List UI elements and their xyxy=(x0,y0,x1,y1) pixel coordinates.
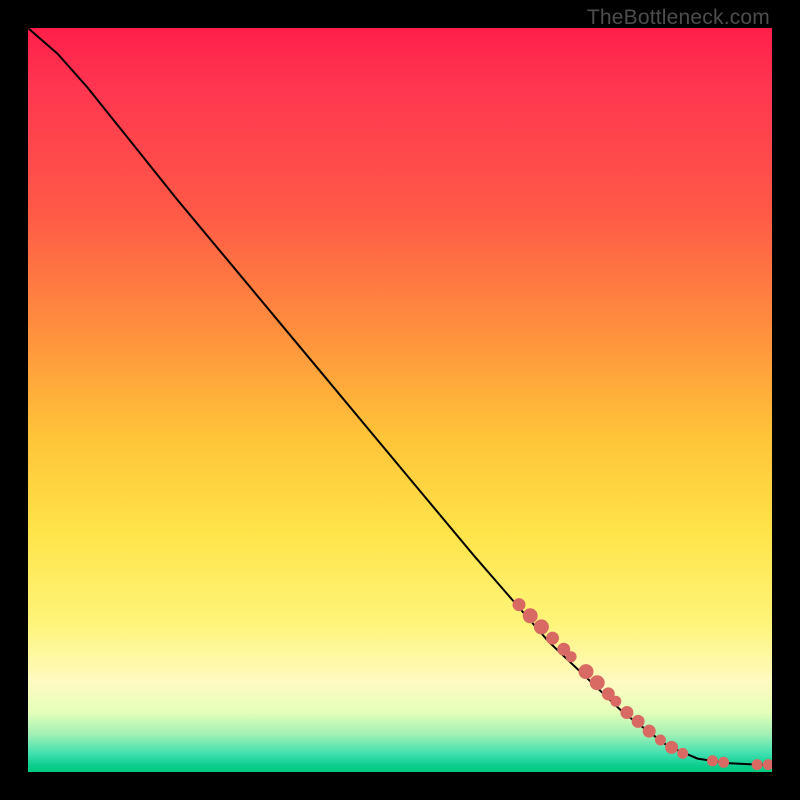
data-point xyxy=(579,665,593,679)
data-point xyxy=(513,599,525,611)
data-point xyxy=(523,609,537,623)
chart-svg xyxy=(28,28,772,772)
data-point xyxy=(708,756,718,766)
data-point xyxy=(632,715,644,727)
plot-area xyxy=(28,28,772,772)
watermark-text: TheBottleneck.com xyxy=(587,6,770,30)
data-point xyxy=(621,707,633,719)
bottleneck-curve xyxy=(28,28,772,765)
data-point xyxy=(534,620,548,634)
data-point xyxy=(655,735,665,745)
data-point xyxy=(566,652,576,662)
data-point xyxy=(611,696,621,706)
data-point xyxy=(763,760,772,770)
data-point xyxy=(643,725,655,737)
data-point xyxy=(590,676,604,690)
data-point xyxy=(678,748,688,758)
data-point xyxy=(666,741,678,753)
scatter-points xyxy=(513,599,772,770)
data-point xyxy=(752,760,762,770)
data-point xyxy=(719,757,729,767)
data-point xyxy=(547,632,559,644)
chart-frame: TheBottleneck.com xyxy=(0,0,800,800)
